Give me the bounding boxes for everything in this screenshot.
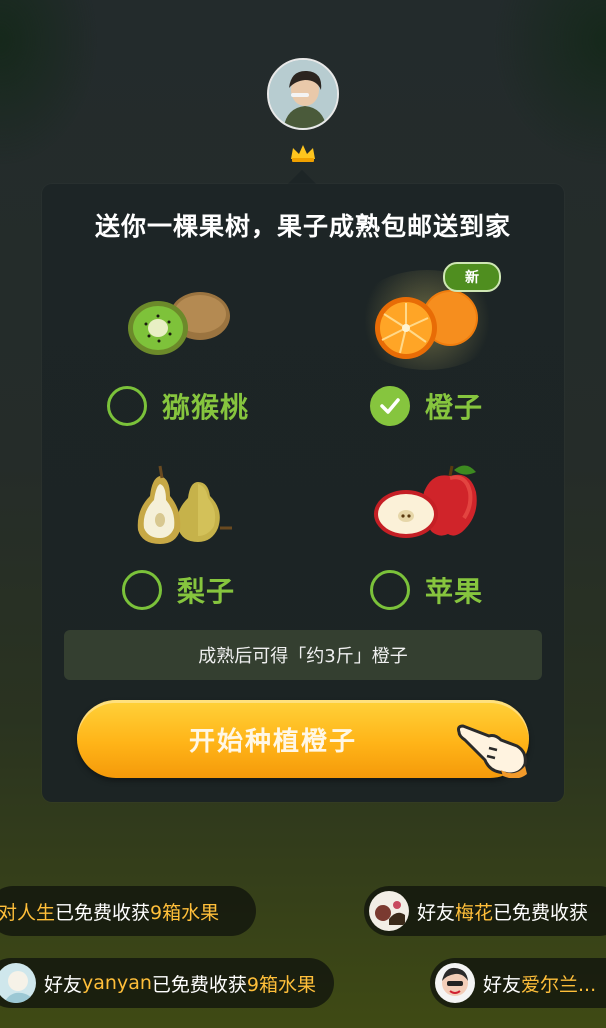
radio-kiwi[interactable] [107,386,147,426]
ticker-3-name: yanyan [82,972,152,994]
option-orange[interactable]: 橙子 [370,386,483,426]
option-apple-label: 苹果 [425,575,484,608]
ticker-4-name: 爱尔兰... [521,973,597,996]
ticker-4-avatar [435,963,475,1003]
option-kiwi-label: 猕猴桃 [162,391,250,424]
apple-icon [374,465,477,538]
yield-info: 成熟后可得「约3斤」橙子 [64,630,542,680]
ticker-3-avatar [0,963,36,1003]
ticker-4-prefix: 好友 [483,973,522,996]
pear-icon [137,465,232,544]
user-avatar[interactable] [267,58,339,130]
option-pear[interactable]: 梨子 [122,570,235,610]
ticker-1-count: 9箱水果 [150,901,220,924]
ticker-2-prefix: 好友 [417,901,456,924]
radio-apple[interactable] [370,570,410,610]
option-kiwi[interactable]: 猕猴桃 [107,386,249,426]
card-title: 送你一棵果树，果子成熟包邮送到家 [94,212,511,241]
ticker-1-text: 已免费收获 [55,901,151,924]
ticker-3-prefix: 好友 [44,973,83,996]
radio-pear[interactable] [122,570,162,610]
kiwi-icon [128,292,230,355]
ticker-2-text: 已免费收获 [493,901,589,924]
orange-icon [375,290,478,359]
new-badge: 新 [443,262,501,292]
option-pear-label: 梨子 [177,575,236,608]
radio-orange-checked[interactable] [370,386,410,426]
option-apple[interactable]: 苹果 [370,570,483,610]
harvest-ticker-4: 好友 爱尔兰... [430,958,606,1008]
ticker-2-avatar [369,891,409,931]
harvest-ticker-2: 好友 梅花 已免费收获 [364,886,606,936]
harvest-ticker-3: 好友 yanyan 已免费收获 9箱水果 [0,958,334,1008]
ticker-3-text: 已免费收获 [151,973,247,996]
ticker-3-count: 9箱水果 [246,973,316,996]
pointing-hand-icon [457,724,527,778]
crown-icon [291,145,315,162]
ticker-2-name: 梅花 [455,901,494,924]
harvest-ticker-1: 对人生 已免费收获 9箱水果 [0,886,256,936]
ticker-1-name: 对人生 [0,901,56,924]
check-icon [380,398,400,414]
option-orange-label: 橙子 [425,391,484,424]
